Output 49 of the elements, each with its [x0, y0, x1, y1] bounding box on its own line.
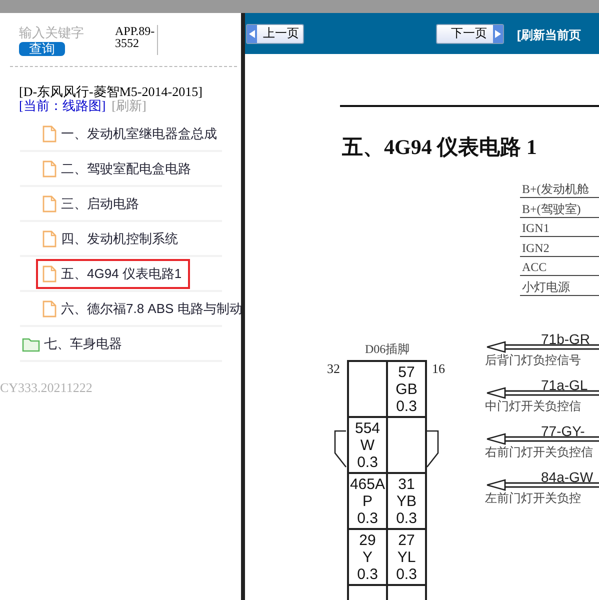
folder-icon [22, 336, 40, 352]
pin-cell: 57 GB 0.3 [387, 361, 426, 417]
signal-label: 右前门灯开关负控信 [485, 445, 593, 460]
power-label: IGN1 [520, 220, 599, 237]
connector-name: D06插脚 [365, 341, 410, 358]
pin-number: 16 [432, 361, 445, 377]
tree-item[interactable]: 五、4G94 仪表电路1 [36, 258, 190, 288]
tree-item[interactable]: 一、发动机室继电器盒总成 [36, 118, 225, 148]
power-label: B+(驾驶室) [520, 200, 599, 218]
car-model-title: [D-东风风行-菱智M5-2014-2015] [19, 85, 202, 99]
search-field[interactable]: 输入关键字 [19, 25, 99, 40]
pin-cell: 31 YB 0.3 [387, 473, 426, 529]
power-label: ACC [520, 259, 599, 276]
signal-label: 后背门灯负控信号 [485, 353, 581, 368]
file-icon [42, 300, 57, 318]
tree-item[interactable]: 三、启动电路 [36, 188, 147, 218]
pin-cell: 554 W 0.3 [348, 417, 387, 473]
pin-cell: 27 YL 0.3 [387, 529, 426, 585]
signal-label: 中门灯开关负控信 [485, 399, 581, 414]
file-icon [42, 230, 57, 248]
power-label: B+(发动机舱 [520, 181, 599, 198]
wire-code: 71a-GL [541, 377, 588, 393]
tree-item[interactable]: 二、驾驶室配电盒电路 [36, 154, 199, 184]
power-label: IGN2 [520, 240, 599, 256]
file-icon [42, 194, 57, 212]
pin-number: 32 [327, 361, 340, 377]
signal-label: 左前门灯开关负控 [485, 491, 581, 506]
previous-page-button[interactable]: 上一页 [246, 24, 304, 44]
pin-cell: 29 Y 0.3 [348, 529, 387, 585]
next-page-button[interactable]: 下一页 [436, 24, 504, 44]
wire-code: 84a-GW [541, 469, 594, 485]
tree-item[interactable]: 七、车身电器 [16, 328, 130, 358]
file-icon [42, 124, 57, 142]
tree-item[interactable]: 四、发动机控制系统 [36, 224, 186, 254]
file-icon [42, 160, 57, 178]
contact-text: APP.89-3552 [115, 25, 156, 52]
arrow-icon [494, 30, 502, 38]
tree-item[interactable]: 六、德尔福7.8 ABS 电路与制动 [36, 294, 241, 324]
wire-code: 77-GY- [541, 423, 585, 439]
search-button[interactable]: 查询 [19, 42, 65, 56]
power-label: 小灯电源 [520, 278, 599, 296]
arrow-icon [248, 30, 256, 38]
file-icon [42, 264, 57, 282]
wire-code: 71b-GR [541, 331, 590, 347]
refresh-page-link[interactable]: [刷新当前页 [517, 26, 581, 44]
current-view-link[interactable]: [当前：线路图] [19, 98, 106, 113]
diagram-title: 五、4G94 仪表电路 1 [342, 134, 537, 161]
pin-cell: 465A P 0.3 [348, 473, 387, 529]
version-text: CY333.20211222 [0, 380, 94, 396]
